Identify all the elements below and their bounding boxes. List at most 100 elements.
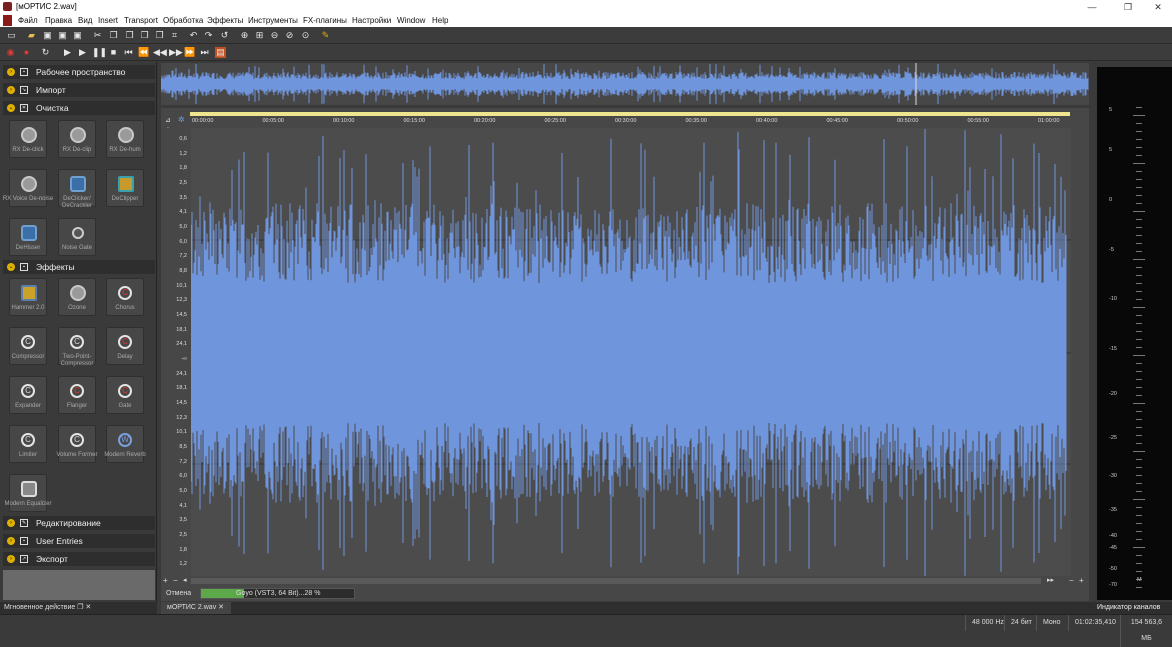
module-gate[interactable]: C Gate (102, 376, 148, 422)
menu-process[interactable]: Обработка (163, 16, 203, 25)
menu-tools[interactable]: Инструменты (248, 16, 298, 25)
module-dehisser[interactable]: DeHisser (5, 218, 51, 264)
crop-icon[interactable]: ⌗ (169, 30, 180, 41)
zoom-select-icon[interactable]: ⊞ (254, 30, 265, 41)
horizontal-scrollbar[interactable]: + − ◂ ▸▸ − + (161, 576, 1089, 586)
zoom-plus-icon[interactable]: + (163, 576, 168, 585)
timeline-ruler[interactable]: 00:00:00 00:05:00 00:10:00 00:15:00 00:20:00… (190, 112, 1070, 128)
module-modern-reverb[interactable]: W Modern Reverb (102, 425, 148, 471)
loop-icon[interactable]: ↻ (40, 47, 51, 58)
save-icon[interactable]: ▣ (42, 30, 53, 41)
section-editing[interactable]: › ✎ Редактирование (3, 516, 155, 530)
module-rx-dehum[interactable]: RX De-hum (102, 120, 148, 166)
module-noise-gate[interactable]: Noise Gate (54, 218, 100, 264)
lock-icon[interactable]: ⊿ (165, 116, 171, 124)
record-icon[interactable]: ● (21, 47, 32, 58)
play-icon[interactable]: ▶ (62, 47, 73, 58)
auto-scroll-icon[interactable]: ▤ (215, 47, 226, 58)
module-limiter[interactable]: C Limiter (5, 425, 51, 471)
section-user-entries[interactable]: › ▪ User Entries (3, 534, 155, 548)
menu-window[interactable]: Window (397, 16, 425, 25)
record-options-icon[interactable]: ◉ (5, 47, 16, 58)
paste-icon[interactable]: ❐ (124, 30, 135, 41)
db-label: 3,5 (179, 517, 187, 524)
module-chorus[interactable]: C Chorus (102, 278, 148, 324)
repeat-icon[interactable]: ↺ (219, 30, 230, 41)
prev-marker-icon[interactable]: ⏪ (138, 47, 149, 58)
section-effects[interactable]: ⌄ ▪ Эффекты (3, 260, 155, 274)
new-file-icon[interactable]: ▭ (6, 30, 17, 41)
menu-settings[interactable]: Настройки (352, 16, 391, 25)
overview-waveform[interactable] (161, 63, 1089, 105)
scroll-right-icon[interactable]: ▸▸ (1047, 576, 1054, 584)
section-import[interactable]: › ↘ Импорт (3, 83, 155, 97)
zoom-wave-icon[interactable]: ⊘ (284, 30, 295, 41)
section-cleanup[interactable]: ⌄ ✕ Очистка (3, 101, 155, 115)
menu-fx-plugins[interactable]: FX-плагины (303, 16, 347, 25)
module-expander[interactable]: C Expander (5, 376, 51, 422)
scroll-thumb[interactable] (191, 578, 1041, 584)
copy-icon[interactable]: ❐ (108, 30, 119, 41)
undo-icon[interactable]: ↶ (188, 30, 199, 41)
module-delay[interactable]: C Delay (102, 327, 148, 373)
zoom-out-icon[interactable]: ⊖ (269, 30, 280, 41)
menu-insert[interactable]: Insert (98, 16, 118, 25)
paste-special-icon[interactable]: ❐ (154, 30, 165, 41)
marker-icon[interactable]: ✎ (320, 30, 331, 41)
doc-tab[interactable]: мОРТИС 2.wav ✕ (161, 602, 231, 614)
section-workspace[interactable]: › ▪ Рабочее пространство (3, 65, 155, 79)
cut-icon[interactable]: ✂ (92, 30, 103, 41)
paste-mix-icon[interactable]: ❐ (139, 30, 150, 41)
section-export[interactable]: › ↗ Экспорт (3, 552, 155, 566)
redo-icon[interactable]: ↷ (203, 30, 214, 41)
play-selection-icon[interactable]: ▶ (77, 47, 88, 58)
next-marker-icon[interactable]: ⏩ (184, 47, 195, 58)
forward-icon[interactable]: ▶▶ (169, 47, 183, 58)
module-rx-declick[interactable]: RX De-click (5, 120, 51, 166)
save-all-icon[interactable]: ▣ (72, 30, 83, 41)
minimize-button[interactable]: — (1072, 0, 1112, 14)
module-rx-declip[interactable]: RX De-clip (54, 120, 100, 166)
module-declicker[interactable]: DeClicker/ DeCrackler (54, 169, 100, 215)
menu-view[interactable]: Вид (78, 16, 92, 25)
module-ozone[interactable]: Ozone (54, 278, 100, 324)
save-as-icon[interactable]: ▣ (57, 30, 68, 41)
close-icon[interactable]: ✕ (218, 604, 224, 611)
module-flanger[interactable]: C Flanger (54, 376, 100, 422)
module-volume-former[interactable]: C Volume Former (54, 425, 100, 471)
module-rx-voice-denoise[interactable]: RX Voice De-noise (3, 169, 53, 215)
meter-tab[interactable]: Индикатор каналов (1089, 602, 1172, 614)
module-two-point-compressor[interactable]: C Two-Point-Compressor (54, 327, 100, 373)
zoom-full-icon[interactable]: ⊙ (300, 30, 311, 41)
timeline-range-bar[interactable] (190, 112, 1070, 116)
module-hammer[interactable]: Hammer 2.0 (5, 278, 51, 324)
rewind-icon[interactable]: ◀◀ (153, 47, 167, 58)
zoom-out-h-icon[interactable]: − (1069, 576, 1074, 585)
cancel-button[interactable]: Отмена (166, 590, 191, 597)
zoom-in-h-icon[interactable]: + (1079, 576, 1084, 585)
menu-file[interactable]: Файл (18, 16, 38, 25)
menu-transport[interactable]: Transport (124, 16, 158, 25)
timeline-tick: 00:40:00 (756, 118, 778, 124)
menu-help[interactable]: Help (432, 16, 448, 25)
instant-action-tab[interactable]: Мгновенное действие ❐ ✕ (0, 602, 157, 614)
menu-edit[interactable]: Правка (45, 16, 72, 25)
go-start-icon[interactable]: ⏮ (123, 47, 134, 58)
zoom-in-icon[interactable]: ⊕ (239, 30, 250, 41)
timeline-tick: 00:35:00 (685, 118, 707, 124)
module-modern-equalizer[interactable]: Modern Equalizer (4, 474, 52, 520)
snap-icon[interactable]: ✲ (178, 115, 185, 124)
db-label: 8,8 (179, 268, 187, 274)
open-folder-icon[interactable]: ▰ (26, 30, 37, 41)
stop-icon[interactable]: ■ (108, 47, 119, 58)
module-compressor[interactable]: C Compressor (5, 327, 51, 373)
close-button[interactable]: ✕ (1138, 0, 1172, 14)
meter-mark (1136, 195, 1142, 196)
go-end-icon[interactable]: ⏭ (199, 47, 210, 58)
pause-icon[interactable]: ❚❚ (92, 47, 107, 58)
module-declipper[interactable]: DeClipper (102, 169, 148, 215)
scroll-left-icon[interactable]: ◂ (183, 576, 187, 584)
zoom-minus-icon[interactable]: − (173, 576, 178, 585)
menu-effects[interactable]: Эффекты (207, 16, 243, 25)
waveform-display[interactable] (190, 128, 1071, 578)
